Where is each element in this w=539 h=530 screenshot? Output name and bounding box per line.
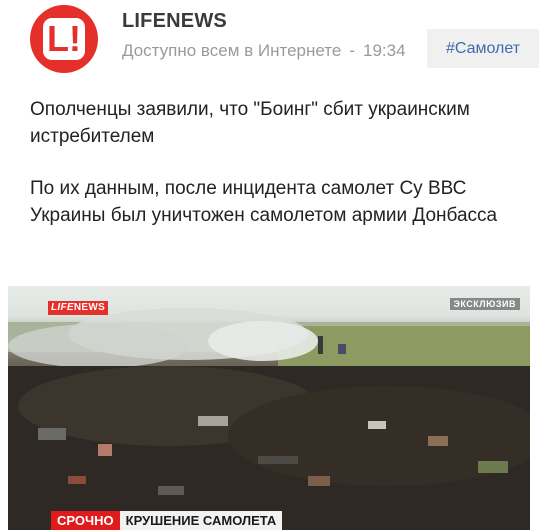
news-ticker: СРОЧНО КРУШЕНИЕ САМОЛЕТА	[51, 511, 283, 530]
author-name[interactable]: LIFENEWS	[122, 10, 227, 33]
exclusive-badge: ЭКСКЛЮЗИВ	[449, 298, 520, 310]
meta-separator: -	[349, 41, 355, 60]
avatar[interactable]: L!	[30, 5, 98, 73]
post-photo[interactable]: LIFENEWS ЭКСКЛЮЗИВ СРОЧНО КРУШЕНИЕ САМОЛ…	[8, 286, 530, 530]
post-meta: Доступно всем в Интернете -19:34	[122, 41, 406, 61]
post-paragraph: По их данным, после инцидента самолет Су…	[30, 178, 498, 226]
post-paragraph: Ополченцы заявили, что "Боинг" сбит укра…	[30, 99, 470, 147]
visibility-label: Доступно всем в Интернете	[122, 41, 342, 60]
post-card: L! LIFENEWS Доступно всем в Интернете -19…	[0, 0, 539, 530]
lifenews-watermark: LIFENEWS	[48, 301, 109, 315]
post-text: Ополченцы заявили, что "Боинг" сбит укра…	[30, 96, 510, 254]
hashtag-chip[interactable]: #Самолет	[427, 29, 539, 68]
lifenews-logo-icon: L!	[43, 18, 85, 60]
ticker-headline: КРУШЕНИЕ САМОЛЕТА	[119, 511, 283, 530]
ticker-urgent-label: СРОЧНО	[51, 511, 120, 530]
post-time[interactable]: 19:34	[363, 41, 406, 60]
crash-site-photo	[8, 308, 530, 530]
